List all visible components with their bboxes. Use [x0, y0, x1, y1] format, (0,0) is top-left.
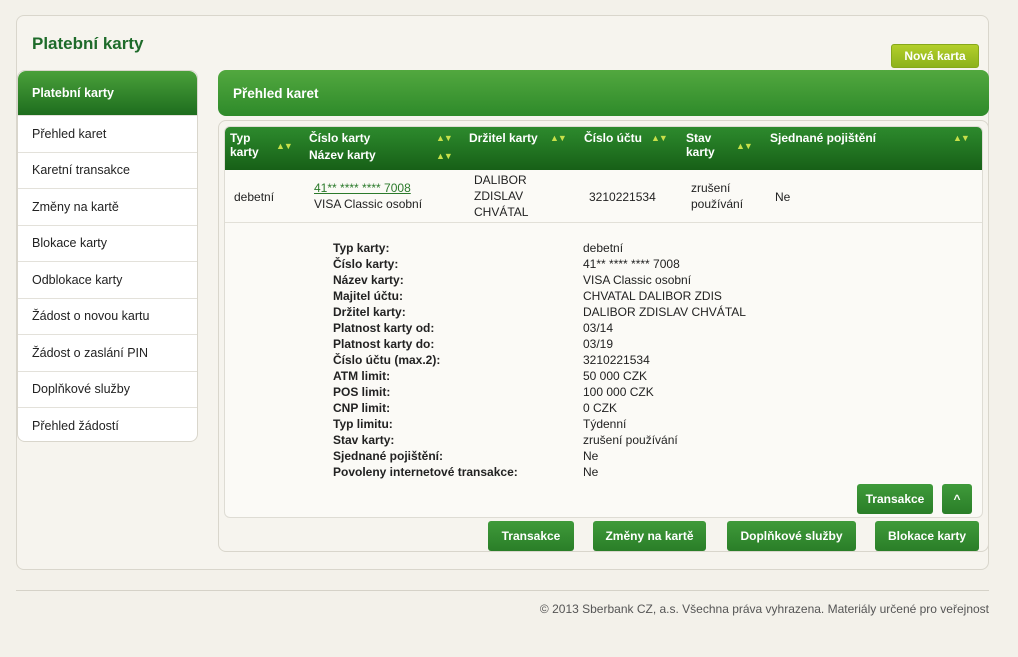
- sort-arrows-icon[interactable]: ▲▼: [736, 141, 753, 151]
- detail-row: Povoleny internetové transakce: Ne: [333, 465, 599, 479]
- sidebar: Platební karty Přehled karet Karetní tra…: [17, 70, 198, 442]
- detail-row: ATM limit: 50 000 CZK: [333, 369, 648, 383]
- card-detail: Typ karty: debetní Číslo karty: 41** **** …: [333, 240, 746, 480]
- detail-row: Název karty: VISA Classic osobní: [333, 273, 692, 287]
- detail-row: CNP limit: 0 CZK: [333, 401, 618, 415]
- sort-arrows-icon[interactable]: ▲▼: [953, 133, 970, 143]
- page-title: Platební karty: [32, 34, 144, 53]
- column-header-pojisteni[interactable]: Sjednané pojištění: [770, 131, 876, 145]
- cards-table: Typ karty ▲▼ Číslo karty Název karty ▲▼ ▲▼…: [224, 126, 983, 518]
- sidebar-item-zmeny-na-karte[interactable]: Změny na kartě: [18, 188, 197, 225]
- column-header-cislo[interactable]: Číslo karty Název karty: [309, 131, 376, 162]
- detail-row: Číslo karty: 41** **** **** 7008: [333, 257, 680, 271]
- content-panel: Platební karty Nová karta Platební karty…: [16, 15, 989, 570]
- footer-copyright: © 2013 Sberbank CZ, a.s. Všechna práva v…: [539, 602, 989, 616]
- detail-row: Typ karty: debetní: [333, 241, 624, 255]
- blokace-karty-button[interactable]: Blokace karty: [875, 521, 979, 551]
- zmeny-na-karte-button[interactable]: Změny na kartě: [593, 521, 706, 551]
- column-header-typ[interactable]: Typ karty: [230, 131, 259, 159]
- section-title: Přehled karet: [218, 70, 989, 116]
- sidebar-item-blokace-karty[interactable]: Blokace karty: [18, 224, 197, 262]
- sort-arrows-icon[interactable]: ▲▼: [436, 133, 453, 143]
- cards-panel: Typ karty ▲▼ Číslo karty Název karty ▲▼ ▲▼…: [218, 120, 989, 552]
- sort-arrows-icon[interactable]: ▲▼: [276, 141, 293, 151]
- detail-row: Sjednané pojištění: Ne: [333, 449, 599, 463]
- table-row[interactable]: debetní 41** **** **** 7008 VISA Classic…: [225, 170, 982, 223]
- table-header: Typ karty ▲▼ Číslo karty Název karty ▲▼ ▲▼…: [225, 127, 982, 170]
- sidebar-item-karetni-transakce[interactable]: Karetní transakce: [18, 151, 197, 189]
- column-header-drzitel[interactable]: Držitel karty: [469, 131, 538, 145]
- sort-arrows-icon[interactable]: ▲▼: [651, 133, 668, 143]
- detail-row: Typ limitu: Týdenní: [333, 417, 627, 431]
- detail-row: Číslo účtu (max.2): 3210221534: [333, 353, 650, 367]
- sidebar-item-odblokace-karty[interactable]: Odblokace karty: [18, 261, 197, 298]
- cell-drzitel: DALIBOR ZDISLAV CHVÁTAL: [474, 173, 529, 219]
- detail-transakce-button[interactable]: Transakce: [857, 484, 933, 514]
- collapse-detail-button[interactable]: ^: [942, 484, 972, 514]
- cell-ucet: 3210221534: [589, 190, 656, 204]
- sidebar-header[interactable]: Platební karty: [18, 71, 197, 115]
- sidebar-item-prehled-karet[interactable]: Přehled karet: [18, 115, 197, 152]
- detail-row: Platnost karty od: 03/14: [333, 321, 614, 335]
- new-card-button[interactable]: Nová karta: [891, 44, 979, 68]
- detail-row: Majitel účtu: CHVATAL DALIBOR ZDIS: [333, 289, 722, 303]
- detail-row: Platnost karty do: 03/19: [333, 337, 614, 351]
- card-number-link[interactable]: 41** **** **** 7008: [314, 180, 411, 196]
- detail-row: Stav karty: zrušení používání: [333, 433, 678, 447]
- doplnkove-sluzby-button[interactable]: Doplňkové služby: [727, 521, 856, 551]
- column-header-stav[interactable]: Stav karty: [686, 131, 715, 159]
- sort-arrows-icon[interactable]: ▲▼: [550, 133, 567, 143]
- sidebar-item-zadost-o-novou-kartu[interactable]: Žádost o novou kartu: [18, 297, 197, 335]
- footer-divider: [16, 590, 989, 591]
- cell-typ: debetní: [234, 190, 275, 204]
- detail-row: POS limit: 100 000 CZK: [333, 385, 654, 399]
- column-header-ucet[interactable]: Číslo účtu: [584, 131, 642, 145]
- cell-nazev: VISA Classic osobní: [314, 197, 423, 211]
- sidebar-item-zadost-o-zaslani-pin[interactable]: Žádost o zaslání PIN: [18, 334, 197, 371]
- sidebar-item-prehled-zadosti[interactable]: Přehled žádostí: [18, 407, 197, 441]
- detail-row: Držitel karty: DALIBOR ZDISLAV CHVÁTAL: [333, 305, 746, 319]
- sort-arrows-icon[interactable]: ▲▼: [436, 151, 453, 161]
- cell-stav: zrušení používání: [691, 181, 744, 211]
- sidebar-item-doplnkove-sluzby[interactable]: Doplňkové služby: [18, 370, 197, 408]
- cell-pojisteni: Ne: [775, 190, 791, 204]
- transakce-button[interactable]: Transakce: [488, 521, 574, 551]
